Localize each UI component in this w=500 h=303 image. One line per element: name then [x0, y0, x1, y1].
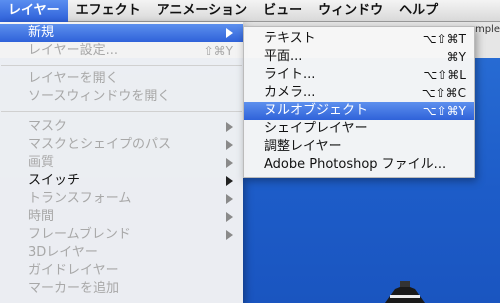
menu-item-label: 新規 [28, 25, 55, 40]
menu-item-layer-settings[interactable]: レイヤー設定... ⇧⌘Y [0, 42, 243, 60]
menu-item-label: 画質 [28, 155, 55, 170]
submenu-arrow-icon [226, 122, 233, 132]
submenu-item-solid[interactable]: 平面... ⌘Y [244, 48, 474, 66]
submenu-item-adjustment-layer[interactable]: 調整レイヤー [244, 138, 474, 156]
submenu-item-label: テキスト [264, 31, 316, 46]
submenu-item-text[interactable]: テキスト ⌥⇧⌘T [244, 30, 474, 48]
menu-item-add-marker[interactable]: マーカーを追加 [0, 280, 243, 298]
submenu-arrow-icon [226, 194, 233, 204]
submenu-item-photoshop-file[interactable]: Adobe Photoshop ファイル... [244, 156, 474, 174]
menu-item-quality[interactable]: 画質 [0, 154, 243, 172]
submenu-arrow-icon [226, 140, 233, 150]
menu-effect[interactable]: エフェクト [68, 0, 149, 22]
menu-item-transform[interactable]: トランスフォーム [0, 190, 243, 208]
castle-roof-image [385, 281, 425, 303]
menu-item-label: レイヤー設定... [28, 43, 119, 58]
background-text-fragment: mple [474, 24, 500, 35]
submenu-item-shortcut: ⌥⇧⌘L [423, 68, 466, 82]
new-submenu: テキスト ⌥⇧⌘T 平面... ⌘Y ライト... ⌥⇧⌘L カメラ... ⌥⇧… [243, 26, 475, 178]
menu-item-label: スイッチ [28, 173, 81, 188]
menu-item-label: マスクとシェイプのパス [28, 137, 172, 152]
submenu-item-label: カメラ... [264, 85, 316, 100]
menu-separator [1, 111, 242, 112]
menu-item-frame-blend[interactable]: フレームブレンド [0, 226, 243, 244]
menu-bar: レイヤー エフェクト アニメーション ビュー ウィンドウ ヘルプ [0, 0, 500, 22]
submenu-item-null-object[interactable]: ヌルオブジェクト ⌥⇧⌘Y [244, 102, 474, 120]
menu-item-label: トランスフォーム [28, 191, 132, 206]
submenu-item-shape-layer[interactable]: シェイプレイヤー [244, 120, 474, 138]
submenu-arrow-icon [226, 176, 233, 186]
submenu-arrow-icon [226, 212, 233, 222]
submenu-item-camera[interactable]: カメラ... ⌥⇧⌘C [244, 84, 474, 102]
layer-menu-dropdown: 新規 レイヤー設定... ⇧⌘Y レイヤーを開く ソースウィンドウを開く マスク… [0, 22, 243, 303]
menu-view[interactable]: ビュー [255, 0, 310, 22]
submenu-item-label: Adobe Photoshop ファイル... [264, 157, 447, 172]
menu-item-label: フレームブレンド [28, 227, 131, 242]
submenu-arrow-icon [226, 158, 233, 168]
submenu-item-label: 調整レイヤー [264, 139, 342, 154]
submenu-arrow-icon [226, 230, 233, 240]
submenu-item-shortcut: ⌥⇧⌘C [421, 86, 466, 100]
menu-item-label: レイヤーを開く [28, 71, 119, 86]
menu-item-new[interactable]: 新規 [0, 24, 243, 42]
menu-item-time[interactable]: 時間 [0, 208, 243, 226]
menu-item-shortcut: ⇧⌘Y [203, 44, 233, 58]
menu-item-label: マスク [28, 119, 68, 134]
menu-item-open-layer[interactable]: レイヤーを開く [0, 70, 243, 88]
submenu-item-label: 平面... [264, 49, 303, 64]
menu-item-open-source-window[interactable]: ソースウィンドウを開く [0, 88, 243, 106]
menu-item-label: マーカーを追加 [28, 281, 120, 296]
menu-item-mask[interactable]: マスク [0, 118, 243, 136]
submenu-item-shortcut: ⌥⇧⌘T [422, 32, 466, 46]
submenu-item-shortcut: ⌥⇧⌘Y [422, 104, 466, 118]
menu-help[interactable]: ヘルプ [391, 0, 446, 22]
submenu-item-shortcut: ⌘Y [446, 50, 466, 64]
menu-item-label: 3Dレイヤー [28, 245, 98, 260]
menu-layer[interactable]: レイヤー [0, 0, 68, 22]
menu-item-3d-layer[interactable]: 3Dレイヤー [0, 244, 243, 262]
menu-item-switches[interactable]: スイッチ [0, 172, 243, 190]
menu-item-label: ソースウィンドウを開く [28, 89, 171, 104]
submenu-item-label: ヌルオブジェクト [264, 103, 369, 118]
submenu-arrow-icon [226, 28, 233, 38]
submenu-item-label: シェイプレイヤー [264, 121, 368, 136]
submenu-item-light[interactable]: ライト... ⌥⇧⌘L [244, 66, 474, 84]
menu-item-label: 時間 [28, 209, 55, 224]
menu-item-label: ガイドレイヤー [28, 263, 119, 278]
submenu-item-label: ライト... [264, 67, 316, 82]
menu-item-guide-layer[interactable]: ガイドレイヤー [0, 262, 243, 280]
menu-animation[interactable]: アニメーション [149, 0, 255, 22]
menu-separator [1, 65, 242, 66]
menu-window[interactable]: ウィンドウ [310, 0, 391, 22]
menu-item-mask-shape-path[interactable]: マスクとシェイプのパス [0, 136, 243, 154]
